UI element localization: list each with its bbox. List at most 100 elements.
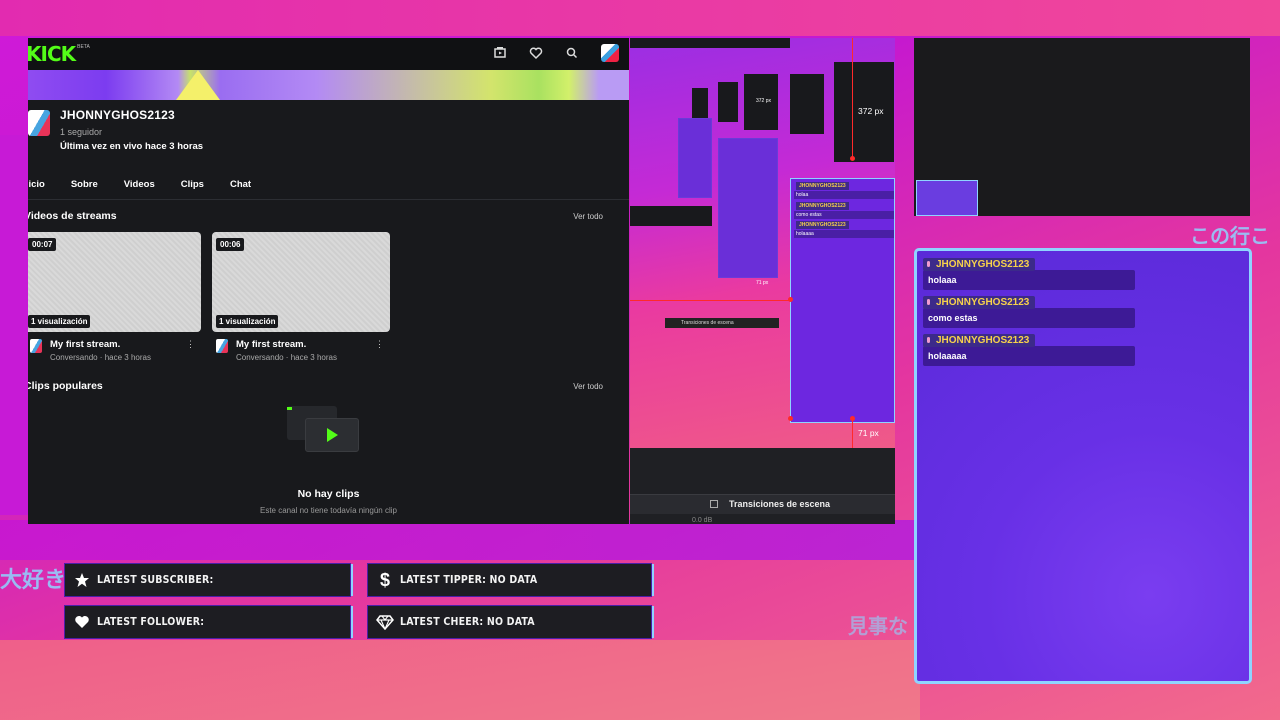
chat-username: JHONNYGHOS2123 [936, 258, 1030, 270]
nested-capture [718, 82, 738, 122]
search-icon[interactable] [565, 46, 579, 60]
nested-chat [678, 118, 712, 198]
mini-transitions-label: Transiciones de escena [665, 318, 779, 328]
video-thumbnail[interactable]: 00:07 1 visualización [28, 232, 201, 332]
background-band-mid [0, 520, 920, 560]
measure-handle[interactable] [788, 297, 793, 302]
nested-chat [718, 138, 778, 278]
tab-inicio[interactable]: Inicio [28, 179, 45, 190]
background-band-top [0, 0, 1280, 36]
chat-overlay: JHONNYGHOS2123 holaaa JHONNYGHOS2123 com… [914, 248, 1252, 684]
video-views: 1 visualización [28, 315, 91, 328]
kick-logo[interactable]: KICK [28, 42, 76, 66]
nested-capture [630, 38, 790, 48]
video-views: 1 visualización [216, 315, 279, 328]
latest-subscriber-bar: LATEST SUBSCRIBER: [64, 563, 353, 597]
heart-icon [73, 613, 91, 631]
tab-sobre[interactable]: Sobre [71, 179, 98, 190]
mini-chat-user: JHONNYGHOS2123 [796, 221, 849, 229]
mini-chat-user: JHONNYGHOS2123 [796, 202, 849, 210]
video-duration: 00:06 [216, 238, 245, 251]
tab-clips[interactable]: Clips [181, 179, 204, 190]
video-list: 00:07 1 visualización My first stream. C… [28, 232, 629, 362]
more-options-icon[interactable]: ⋮ [186, 339, 195, 350]
measure-handle[interactable] [850, 416, 855, 421]
chat-username-badge: JHONNYGHOS2123 [923, 295, 1036, 309]
video-channel-avatar[interactable] [30, 339, 42, 353]
audio-level: 0.0 dB [692, 517, 713, 524]
mini-measure-label: 71 px [756, 280, 769, 286]
section-title: Clips populares [28, 380, 103, 392]
video-title[interactable]: My first stream. [236, 339, 337, 350]
chat-message: JHONNYGHOS2123 holaaa [923, 254, 1249, 290]
latest-cheer-text: LATEST CHEER: NO DATA [400, 616, 535, 628]
measure-guide [852, 420, 853, 448]
more-options-icon[interactable]: ⋮ [375, 339, 384, 350]
measure-guide [852, 38, 853, 160]
video-title[interactable]: My first stream. [50, 339, 151, 350]
chat-username-badge: JHONNYGHOS2123 [923, 257, 1036, 271]
dock-icon[interactable] [710, 500, 718, 508]
video-channel-avatar[interactable] [216, 339, 228, 353]
background-band-bottom [0, 640, 920, 720]
chat-text: como estas [923, 308, 1135, 328]
measure-handle[interactable] [788, 416, 793, 421]
empty-subtitle: Este canal no tiene todavía ningún clip [260, 506, 397, 515]
user-avatar[interactable] [601, 44, 619, 62]
kick-channel-window: KICK BETA JHONNYGHOS2123 1 seguidor Últi… [28, 38, 629, 524]
nested-capture [790, 74, 824, 134]
channel-avatar[interactable] [28, 110, 50, 136]
empty-title: No hay clips [297, 488, 360, 500]
mini-chat-text: holaa [794, 191, 894, 199]
japanese-decor-text: 大好き [0, 568, 67, 593]
clips-section-header: Clips populares Ver todo [28, 362, 629, 392]
browse-icon[interactable] [493, 46, 507, 60]
mini-chat-user: JHONNYGHOS2123 [796, 182, 849, 190]
clips-empty-state: No hay clips Este canal no tiene todavía… [28, 392, 629, 522]
latest-tipper-bar: $ LATEST TIPPER: NO DATA [367, 563, 654, 597]
latest-follower-bar: LATEST FOLLOWER: [64, 605, 353, 639]
video-thumbnail[interactable]: 00:06 1 visualización [212, 232, 390, 332]
mic-icon [927, 261, 930, 267]
kick-top-bar: KICK BETA [28, 38, 629, 70]
measure-handle[interactable] [850, 156, 855, 161]
clip-play-icon [287, 406, 359, 454]
measure-guide [630, 300, 790, 301]
mini-chat-text: como estas [794, 211, 894, 219]
chat-username: JHONNYGHOS2123 [936, 334, 1030, 346]
mic-icon [927, 337, 930, 343]
star-icon [73, 571, 91, 589]
channel-profile: JHONNYGHOS2123 1 seguidor Última vez en … [28, 100, 629, 160]
latest-subscriber-text: LATEST SUBSCRIBER: [97, 574, 214, 586]
heart-icon[interactable] [529, 46, 543, 60]
follower-count: 1 seguidor [60, 127, 103, 137]
tab-chat[interactable]: Chat [230, 179, 251, 190]
chat-username-badge: JHONNYGHOS2123 [923, 333, 1036, 347]
japanese-decor-text: この行こ [1190, 224, 1270, 248]
latest-tipper-text: LATEST TIPPER: NO DATA [400, 574, 538, 586]
chat-text: holaaaaa [923, 346, 1135, 366]
transitions-label: Transiciones de escena [729, 499, 831, 509]
video-meta: Conversando · hace 3 horas [50, 353, 151, 362]
video-meta: Conversando · hace 3 horas [236, 353, 337, 362]
measure-label: 71 px [858, 428, 879, 438]
tab-videos[interactable]: Videos [124, 179, 155, 190]
mini-measure-label: 372 px [756, 98, 772, 104]
mini-chat-text: holaaaa [794, 230, 894, 238]
background-band-left [0, 135, 30, 515]
nested-chat-box: JHONNYGHOS2123 holaa JHONNYGHOS2123 como… [790, 178, 895, 423]
obs-preview: JHONNYGHOS2123 holaa JHONNYGHOS2123 como… [630, 38, 895, 524]
latest-follower-text: LATEST FOLLOWER: [97, 616, 205, 628]
last-live: Última vez en vivo hace 3 horas [60, 141, 204, 152]
chat-text: holaaa [923, 270, 1135, 290]
nested-capture [692, 88, 708, 118]
video-card[interactable]: 00:06 1 visualización My first stream. C… [212, 232, 390, 362]
webcam-accent [916, 180, 978, 216]
chat-username: JHONNYGHOS2123 [936, 296, 1030, 308]
video-card[interactable]: 00:07 1 visualización My first stream. C… [28, 232, 201, 362]
nested-capture [630, 206, 712, 226]
top-icons [493, 44, 619, 62]
view-all-link[interactable]: Ver todo [573, 382, 603, 391]
view-all-link[interactable]: Ver todo [573, 212, 603, 221]
nested-scene: JHONNYGHOS2123 holaa JHONNYGHOS2123 como… [630, 38, 895, 448]
